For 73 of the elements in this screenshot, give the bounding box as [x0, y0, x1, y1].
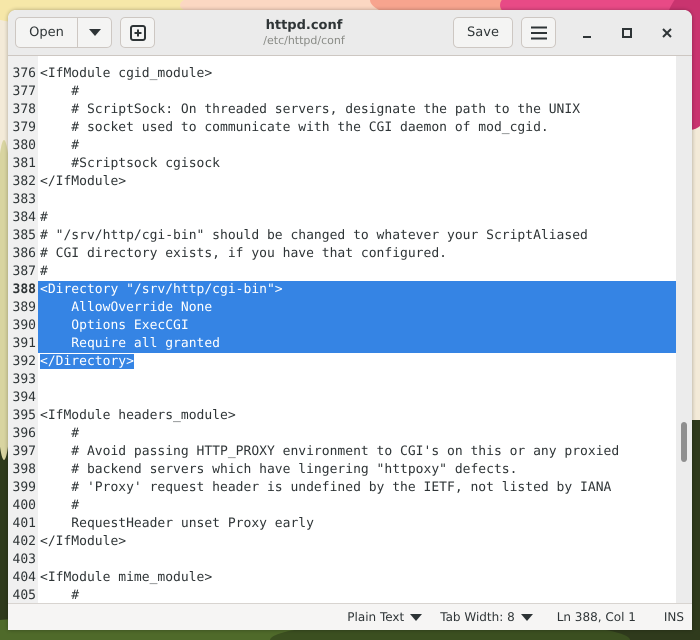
- code-line: #: [40, 264, 48, 279]
- line-number: 385: [12, 227, 37, 245]
- code-line: #: [70, 426, 80, 441]
- line-number: 377: [12, 83, 37, 101]
- language-dropdown[interactable]: Plain Text: [347, 610, 422, 624]
- line-number: 402: [12, 533, 37, 551]
- line-number: 398: [12, 461, 37, 479]
- tab-width-dropdown[interactable]: Tab Width: 8: [440, 610, 533, 624]
- code-line: # "/srv/http/cgi-bin" should be changed to whatever your ScriptAliased: [40, 228, 588, 243]
- insert-mode: INS: [664, 610, 684, 624]
- line-number: 380: [12, 137, 37, 155]
- code-line: #: [70, 498, 80, 513]
- line-number: 394: [12, 389, 37, 407]
- maximize-icon: [622, 28, 632, 38]
- line-number: 399: [12, 479, 37, 497]
- code-line: #: [70, 138, 80, 153]
- code-line: #: [70, 84, 80, 99]
- code-line: #: [40, 210, 48, 225]
- code-line: #: [70, 588, 80, 603]
- window-title: httpd.conf: [264, 18, 344, 33]
- open-menu-button[interactable]: [78, 17, 112, 48]
- line-number: 379: [12, 119, 37, 137]
- line-number: 405: [12, 587, 37, 603]
- scrollbar[interactable]: [676, 56, 692, 603]
- close-icon: [662, 28, 672, 38]
- code-line: RequestHeader unset Proxy early: [70, 516, 314, 531]
- code-line: Options ExecCGI: [70, 318, 189, 333]
- code-line: <Directory "/srv/http/cgi-bin">: [40, 282, 283, 297]
- line-number: 404: [12, 569, 37, 587]
- line-number: 396: [12, 425, 37, 443]
- menu-icon: [530, 26, 546, 40]
- line-number: 381: [12, 155, 37, 173]
- line-number: 384: [12, 209, 37, 227]
- code-line: # CGI directory exists, if you have that configured.: [40, 246, 447, 261]
- code-line: Require all granted: [70, 336, 220, 351]
- line-number: 391: [12, 335, 37, 353]
- line-number: 392: [12, 353, 37, 371]
- open-button[interactable]: Open: [15, 17, 78, 48]
- plus-box-icon: [130, 24, 146, 40]
- line-number: 388: [12, 281, 37, 299]
- line-number: 387: [12, 263, 37, 281]
- code-line: #Scriptsock cgisock: [70, 156, 220, 171]
- code-line: <IfModule mime_module>: [40, 570, 212, 585]
- cursor-position: Ln 388, Col 1: [556, 610, 636, 624]
- line-number: 382: [12, 173, 37, 191]
- menu-button[interactable]: [521, 17, 556, 48]
- code-line: </IfModule>: [40, 534, 126, 549]
- code-line: # Avoid passing HTTP_PROXY environment to CGI's on this or any proxied: [70, 444, 620, 459]
- code-line: # socket used to communicate with the CGI daemon of mod_cgid.: [70, 120, 549, 135]
- code-line: </IfModule>: [40, 174, 126, 189]
- code-line: # backend servers which have lingering "httpoxy" defects.: [70, 462, 518, 477]
- line-number: 393: [12, 371, 37, 389]
- code-line: # ScriptSock: On threaded servers, designate the path to the UNIX: [70, 102, 580, 117]
- line-number: 389: [12, 299, 37, 317]
- code-line: AllowOverride None: [70, 300, 212, 315]
- line-number: 378: [12, 101, 37, 119]
- line-number: 397: [12, 443, 37, 461]
- minimize-icon: [583, 36, 591, 38]
- line-number: 383: [12, 191, 37, 209]
- line-number: 376: [12, 65, 37, 83]
- file-path: /etc/httpd/conf: [262, 34, 346, 47]
- save-button[interactable]: Save: [453, 17, 513, 48]
- code-line: <IfModule cgid_module>: [40, 66, 212, 81]
- line-number: 390: [12, 317, 37, 335]
- code-line: <IfModule headers_module>: [40, 408, 236, 423]
- line-number: 395: [12, 407, 37, 425]
- new-tab-button[interactable]: [120, 17, 155, 48]
- scrollbar-thumb[interactable]: [681, 422, 687, 462]
- line-number: 386: [12, 245, 37, 263]
- code-line: # 'Proxy' request header is undefined by the IETF, not listed by IANA: [70, 480, 612, 495]
- line-number: 400: [12, 497, 37, 515]
- line-number: 403: [12, 551, 37, 569]
- line-number: 401: [12, 515, 37, 533]
